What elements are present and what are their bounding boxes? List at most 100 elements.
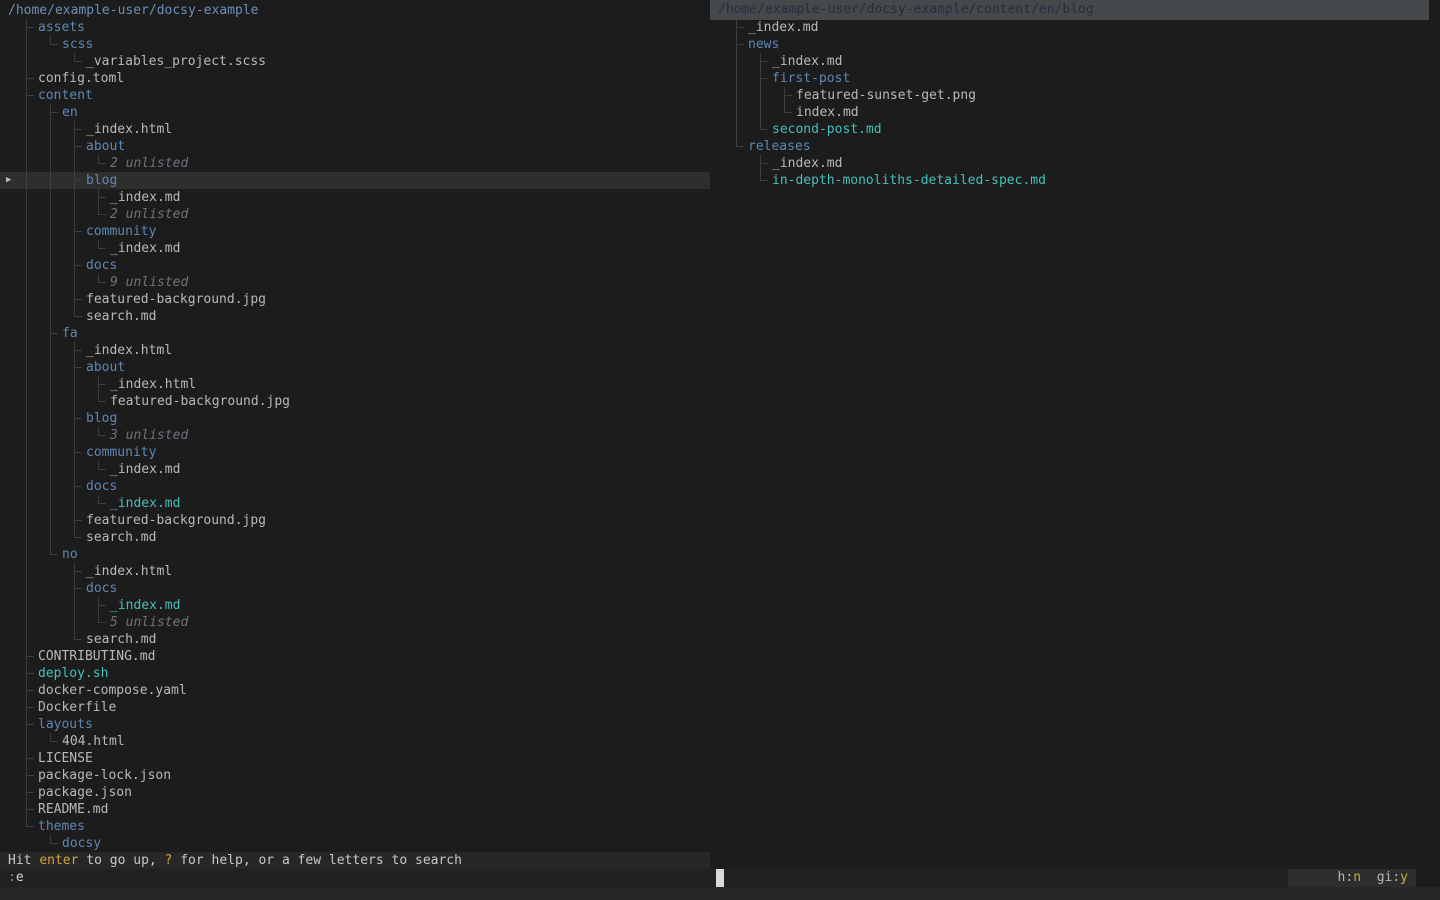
tree-row--index-html[interactable]: _index.html — [0, 376, 710, 393]
tree-row--index-md[interactable]: _index.md — [0, 240, 710, 257]
tree-branch — [760, 104, 761, 121]
tree-row--index-html[interactable]: _index.html — [0, 342, 710, 359]
tree-row-config-toml[interactable]: config.toml — [0, 70, 710, 87]
tree-branch — [50, 529, 51, 546]
tree-branch — [75, 129, 82, 130]
unlisted-count: 9 unlisted — [110, 274, 188, 291]
tree-row-9-unlisted[interactable]: 9 unlisted — [0, 274, 710, 291]
file-name: _index.md — [110, 240, 180, 257]
tree-row--index-md[interactable]: _index.md — [0, 597, 710, 614]
tree-branch — [75, 231, 82, 232]
tree-row-en[interactable]: en — [0, 104, 710, 121]
file-name: search.md — [86, 631, 156, 648]
tree-row-releases[interactable]: releases — [710, 138, 1440, 155]
tree-row-blog[interactable]: ▶blog — [0, 172, 710, 189]
tree-row-themes[interactable]: themes — [0, 818, 710, 835]
tree-branch — [99, 214, 106, 215]
tree-row--index-md[interactable]: _index.md — [0, 189, 710, 206]
tree-branch — [74, 206, 75, 223]
tree-branch — [50, 240, 51, 257]
tree-row-layouts[interactable]: layouts — [0, 716, 710, 733]
tree-row-search-md[interactable]: search.md — [0, 631, 710, 648]
file-name: featured-background.jpg — [86, 512, 266, 529]
dir-name: layouts — [38, 716, 93, 733]
tree-row-5-unlisted[interactable]: 5 unlisted — [0, 614, 710, 631]
tree-row-featured-background-jpg[interactable]: featured-background.jpg — [0, 291, 710, 308]
tree-row--index-html[interactable]: _index.html — [0, 563, 710, 580]
tree-row-docsy[interactable]: docsy — [0, 835, 710, 852]
tree-row--index-md[interactable]: _index.md — [710, 53, 1440, 70]
tree-row--variables-project-scss[interactable]: _variables_project.scss — [0, 53, 710, 70]
command-input[interactable]: :e — [0, 869, 710, 887]
tree-row-about[interactable]: about — [0, 138, 710, 155]
tree-row-content[interactable]: content — [0, 87, 710, 104]
file-name: _index.html — [110, 376, 196, 393]
dir-name: docs — [86, 257, 117, 274]
tree-row-in-depth-monoliths-detailed-spec-md[interactable]: in-depth-monoliths-detailed-spec.md — [710, 172, 1440, 189]
flag-hidden-value: n — [1353, 870, 1361, 885]
tree-branch — [26, 36, 27, 53]
tree-row-news[interactable]: news — [710, 36, 1440, 53]
tree-branch — [74, 155, 75, 172]
tree-branch — [51, 44, 58, 45]
tree-row-featured-background-jpg[interactable]: featured-background.jpg — [0, 393, 710, 410]
tree-branch — [74, 240, 75, 257]
tree-row-3-unlisted[interactable]: 3 unlisted — [0, 427, 710, 444]
tree-row-docs[interactable]: docs — [0, 478, 710, 495]
tree-row-readme-md[interactable]: README.md — [0, 801, 710, 818]
file-name: docker-compose.yaml — [38, 682, 187, 699]
tree-row-fa[interactable]: fa — [0, 325, 710, 342]
tree-branch — [51, 843, 58, 844]
tree-branch — [50, 121, 51, 138]
tree-branch — [761, 78, 768, 79]
tree-row-second-post-md[interactable]: second-post.md — [710, 121, 1440, 138]
tree-branch — [51, 554, 58, 555]
tree-branch — [74, 274, 75, 291]
tree-branch — [26, 563, 27, 580]
flag-separator: : — [1392, 870, 1400, 885]
tree-row-community[interactable]: community — [0, 223, 710, 240]
tree-row--index-md[interactable]: _index.md — [0, 461, 710, 478]
tree-row-search-md[interactable]: search.md — [0, 529, 710, 546]
dir-name: fa — [62, 325, 78, 342]
tree-row-about[interactable]: about — [0, 359, 710, 376]
tree-row-no[interactable]: no — [0, 546, 710, 563]
tree-row-package-json[interactable]: package.json — [0, 784, 710, 801]
tree-branch — [26, 53, 27, 70]
tree-row-index-md[interactable]: index.md — [710, 104, 1440, 121]
tree-branch — [99, 605, 106, 606]
tree-branch — [50, 512, 51, 529]
right-edge-gutter — [1429, 0, 1440, 20]
tree-row-package-lock-json[interactable]: package-lock.json — [0, 767, 710, 784]
tree-row-search-md[interactable]: search.md — [0, 308, 710, 325]
tree-row-deploy-sh[interactable]: deploy.sh — [0, 665, 710, 682]
tree-row-assets[interactable]: assets — [0, 19, 710, 36]
file-name: _index.md — [772, 155, 842, 172]
tree-row--index-md[interactable]: _index.md — [0, 495, 710, 512]
tree-row--index-md[interactable]: _index.md — [710, 155, 1440, 172]
file-name: README.md — [38, 801, 108, 818]
tree-branch — [26, 546, 27, 563]
tree-row-blog[interactable]: blog — [0, 410, 710, 427]
tree-row-scss[interactable]: scss — [0, 36, 710, 53]
tree-row-404-html[interactable]: 404.html — [0, 733, 710, 750]
tree-row-2-unlisted[interactable]: 2 unlisted — [0, 155, 710, 172]
tree-branch — [785, 95, 792, 96]
tree-row-2-unlisted[interactable]: 2 unlisted — [0, 206, 710, 223]
dir-name: docs — [86, 478, 117, 495]
tree-row-featured-sunset-get-png[interactable]: featured-sunset-get.png — [710, 87, 1440, 104]
tree-row--index-html[interactable]: _index.html — [0, 121, 710, 138]
tree-row-docs[interactable]: docs — [0, 580, 710, 597]
tree-row-docs[interactable]: docs — [0, 257, 710, 274]
tree-row-license[interactable]: LICENSE — [0, 750, 710, 767]
tree-row-first-post[interactable]: first-post — [710, 70, 1440, 87]
tree-row-community[interactable]: community — [0, 444, 710, 461]
tree-branch — [27, 826, 34, 827]
tree-row-contributing-md[interactable]: CONTRIBUTING.md — [0, 648, 710, 665]
tree-row-docker-compose-yaml[interactable]: docker-compose.yaml — [0, 682, 710, 699]
tree-row-dockerfile[interactable]: Dockerfile — [0, 699, 710, 716]
tree-row-featured-background-jpg[interactable]: featured-background.jpg — [0, 512, 710, 529]
tree-branch — [50, 495, 51, 512]
tree-branch — [75, 452, 82, 453]
tree-row--index-md[interactable]: _index.md — [710, 19, 1440, 36]
